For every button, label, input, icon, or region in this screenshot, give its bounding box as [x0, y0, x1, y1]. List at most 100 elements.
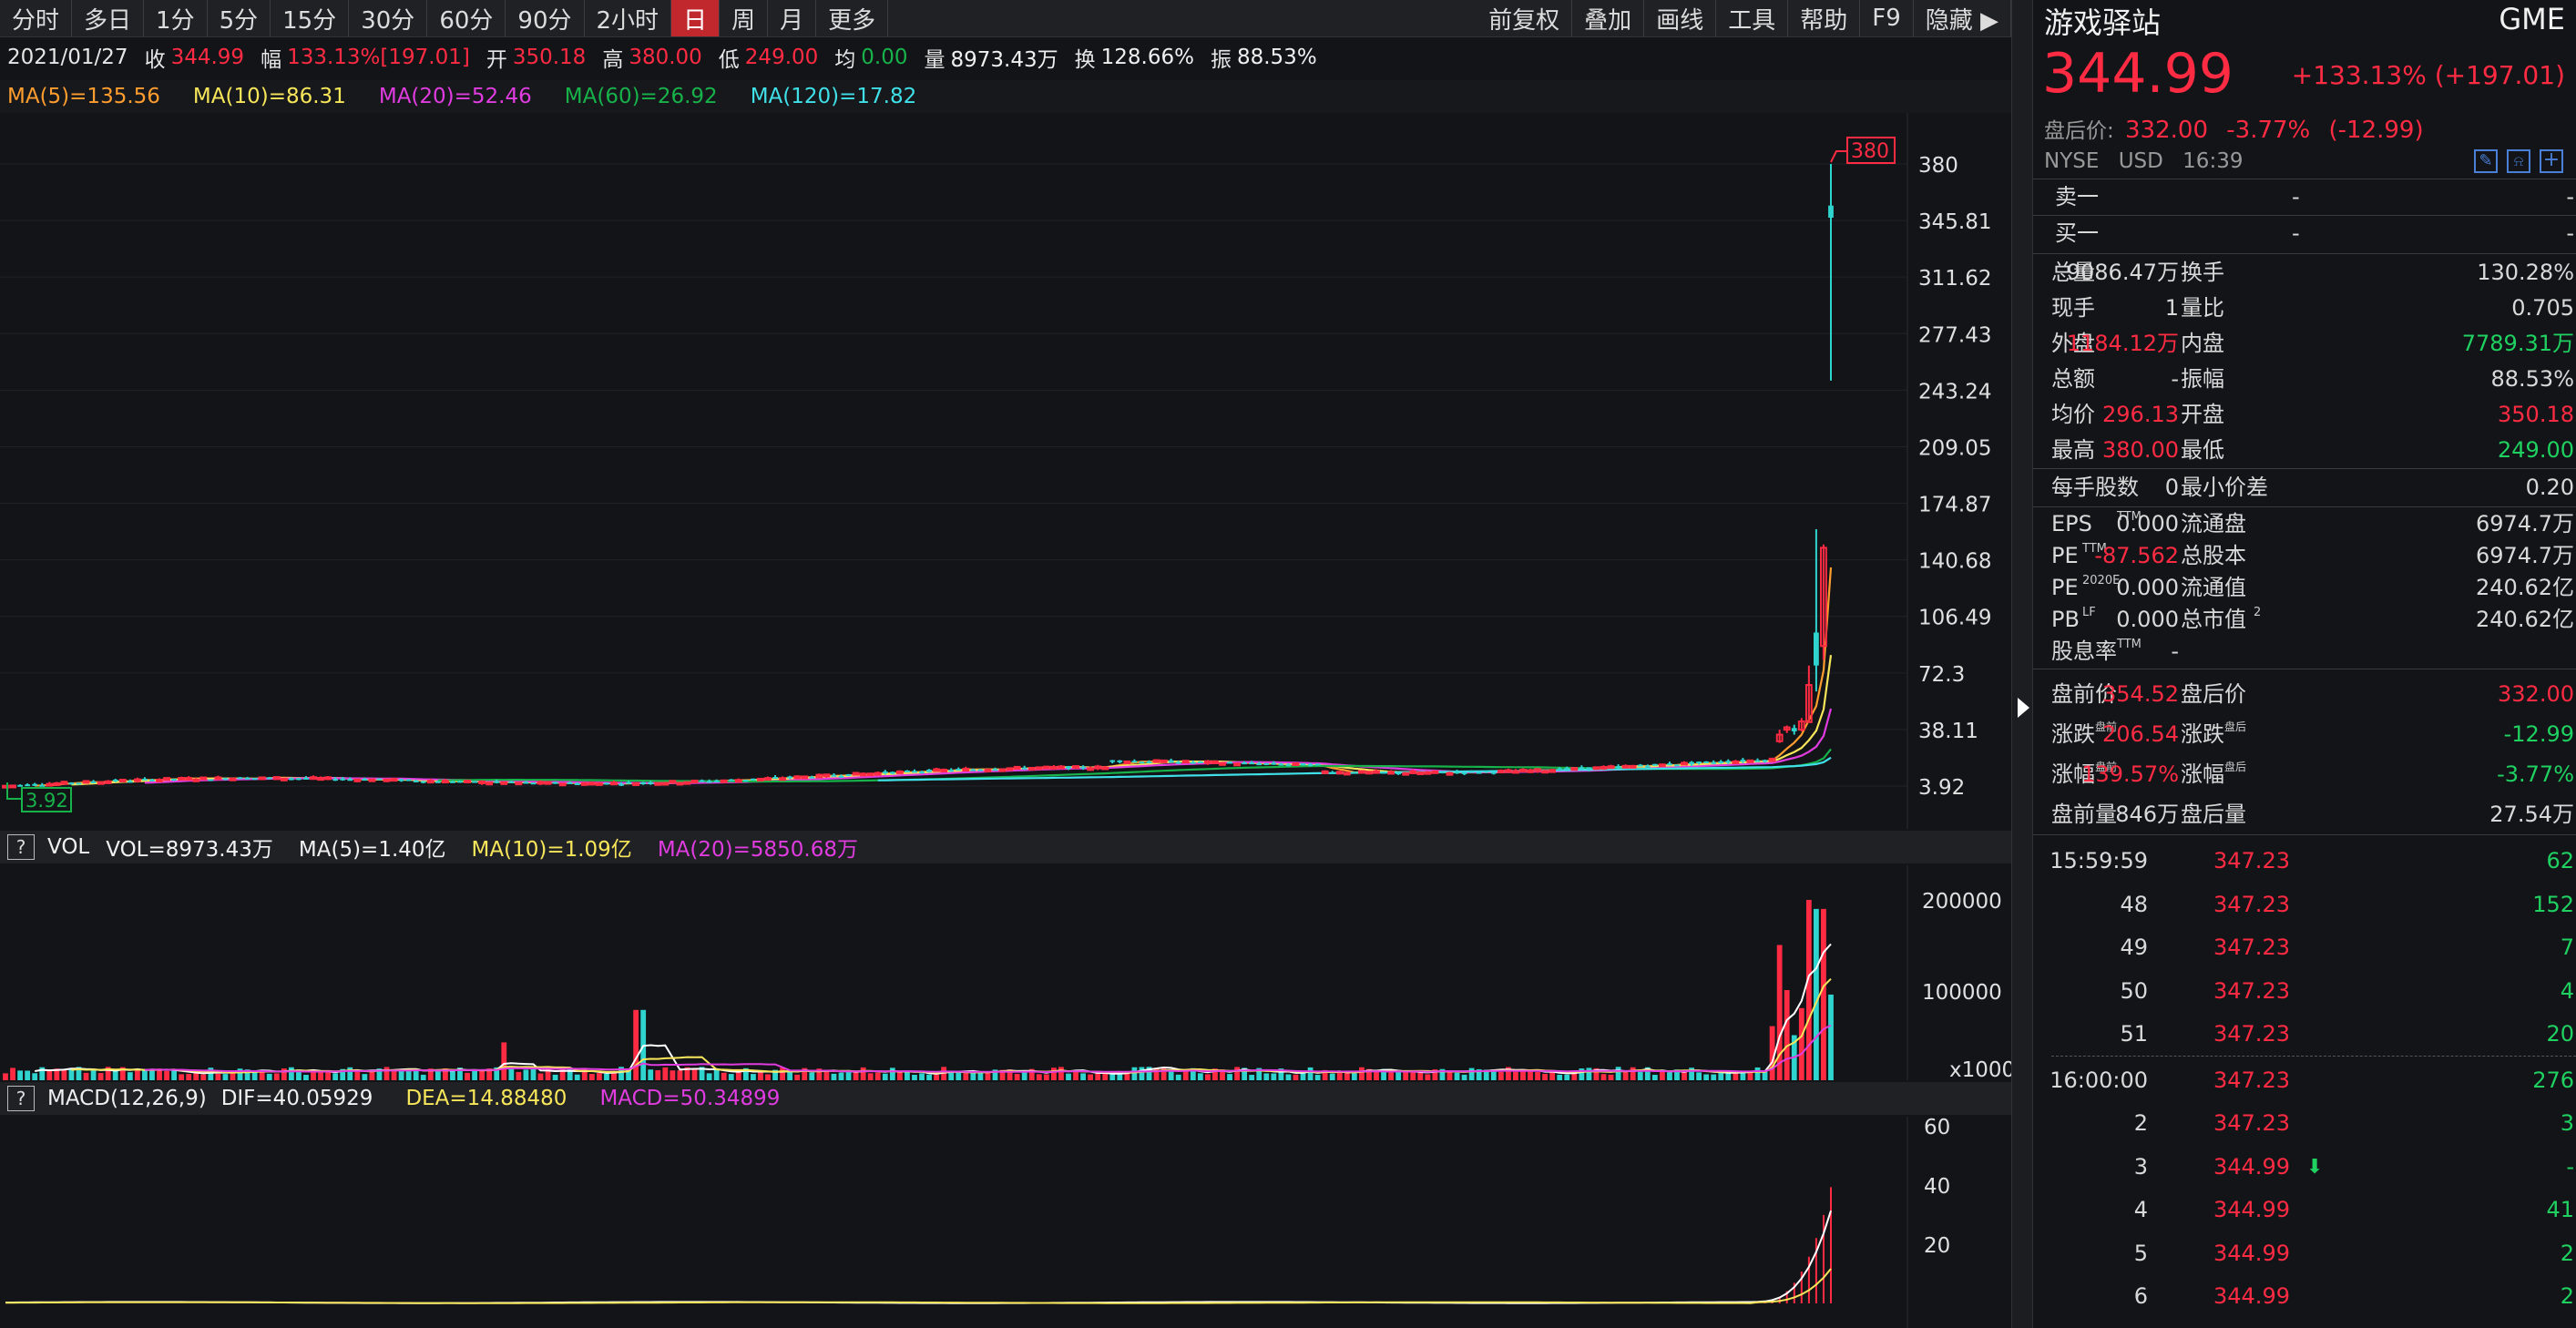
volume-bar	[10, 1068, 15, 1080]
tick-volume: 2	[2560, 1283, 2574, 1309]
tool-button-0[interactable]: 前复权	[1477, 0, 1573, 36]
volume-bar	[1205, 1074, 1211, 1080]
period-tab-5[interactable]: 30分	[349, 0, 428, 36]
tick-volume: 20	[2546, 1021, 2574, 1047]
candle-body	[420, 781, 426, 783]
candle-body	[1541, 770, 1549, 774]
period-tab-0[interactable]: 分时	[0, 0, 73, 36]
volume-bar	[134, 1068, 140, 1080]
candle-body	[580, 781, 588, 786]
volume-bar	[1776, 945, 1783, 1080]
tick-row: 5 344.99 2	[2033, 1232, 2576, 1275]
quote-time: 16:39	[2182, 149, 2244, 173]
candle-body	[1072, 765, 1079, 770]
alert-bell-icon[interactable]: ⍾	[2507, 149, 2530, 173]
candle-body	[1570, 767, 1579, 771]
volume-bar	[3, 1073, 8, 1080]
tick-time: 49	[2120, 935, 2148, 960]
stat-value: 350.18	[2498, 402, 2574, 427]
candle-body	[1828, 205, 1834, 219]
macd-chart[interactable]: 60 40 20	[0, 1117, 2011, 1328]
candle-body	[838, 775, 844, 778]
tool-button-1[interactable]: 叠加	[1572, 0, 1645, 36]
stock-name: 游戏驿站	[2044, 5, 2162, 40]
volume-bar	[604, 1074, 609, 1080]
edit-icon[interactable]: ✎	[2474, 149, 2498, 173]
tick-volume: 62	[2546, 848, 2574, 873]
volume-bar	[523, 1069, 529, 1080]
candle-body	[1504, 769, 1512, 773]
candle-body	[1402, 771, 1410, 776]
volume-bar	[281, 1068, 287, 1080]
period-tab-7[interactable]: 90分	[506, 0, 585, 36]
tool-button-6[interactable]: 隐藏 ▶	[1914, 0, 2011, 36]
tool-button-2[interactable]: 画线	[1644, 0, 1717, 36]
tick-row: 2 347.23 3	[2033, 1102, 2576, 1145]
volume-bar	[1535, 1071, 1540, 1080]
volume-bar	[1021, 1071, 1027, 1080]
period-tab-10[interactable]: 周	[720, 0, 769, 36]
volume-bar	[1095, 1073, 1101, 1080]
period-tab-9[interactable]: 日	[671, 0, 721, 36]
amp-value: 88.53%	[1236, 46, 1317, 69]
tool-button-5[interactable]: F9	[1860, 0, 1914, 36]
candle-body	[1263, 762, 1270, 765]
stat-label: 最低	[2181, 437, 2224, 463]
volume-help-button[interactable]: ?	[7, 834, 35, 860]
candle-body	[567, 781, 573, 784]
macd-dif-line	[5, 1210, 1832, 1304]
volume-bar	[398, 1070, 404, 1080]
tick-time: 50	[2120, 977, 2148, 1004]
candle-body	[1387, 771, 1395, 775]
candle-body	[1621, 764, 1630, 769]
period-tab-6[interactable]: 60分	[427, 0, 506, 36]
candle-body	[1476, 771, 1482, 774]
candle-body	[1711, 761, 1717, 764]
candle-body	[398, 779, 404, 781]
macd-title: MACD(12,26,9)	[47, 1087, 207, 1110]
candle-body	[237, 777, 243, 780]
candle-body	[1211, 760, 1219, 764]
macd-dea: DEA=14.88480	[405, 1087, 567, 1110]
volume-bar	[706, 1073, 712, 1080]
period-tab-4[interactable]: 15分	[271, 0, 350, 36]
tick-divider	[2051, 1056, 2576, 1057]
tick-volume: 152	[2532, 891, 2574, 917]
avg-label: 均	[834, 48, 856, 72]
collapse-arrow-icon[interactable]	[2018, 698, 2029, 718]
period-tab-2[interactable]: 1分	[144, 0, 208, 36]
candle-body	[1109, 760, 1116, 762]
candle-body	[1579, 767, 1585, 770]
price-axis-label: 311.62	[1918, 267, 1991, 291]
period-tab-1[interactable]: 多日	[72, 0, 145, 36]
add-watchlist-icon[interactable]: +	[2540, 149, 2563, 173]
volume-bar	[362, 1074, 368, 1080]
volume-bar	[46, 1069, 53, 1080]
price-chart[interactable]: 380 345.81 311.62 277.43 243.24 209.05 174.87 1…	[0, 113, 2011, 829]
macd-help-button[interactable]: ?	[7, 1086, 35, 1111]
period-tab-8[interactable]: 2小时	[585, 0, 672, 36]
candle-body	[632, 781, 640, 786]
candle-body	[970, 769, 976, 771]
candle-body	[258, 776, 266, 781]
candle-body	[1204, 760, 1211, 764]
candle-body	[1431, 770, 1439, 774]
candle-body	[104, 780, 112, 784]
period-tab-12[interactable]: 更多	[816, 0, 889, 36]
volume-chart[interactable]: 200000100000x1000	[0, 865, 2011, 1080]
candle-body	[1607, 765, 1615, 770]
candle-body	[1365, 771, 1373, 775]
tool-button-3[interactable]: 工具	[1716, 0, 1789, 36]
volume-bar	[1182, 1070, 1189, 1080]
candle-body	[90, 781, 97, 783]
period-tab-11[interactable]: 月	[768, 0, 817, 36]
tick-time: 4	[2133, 1197, 2148, 1222]
down-arrow-icon: ⬇	[2306, 1155, 2324, 1179]
ext-value: 846万	[2115, 802, 2179, 827]
candle-body	[1600, 765, 1608, 770]
bid-volume: -	[2566, 220, 2574, 246]
volume-bar	[1747, 1072, 1753, 1080]
volume-bar	[670, 1070, 676, 1080]
period-tab-3[interactable]: 5分	[208, 0, 271, 36]
tool-button-4[interactable]: 帮助	[1788, 0, 1861, 36]
